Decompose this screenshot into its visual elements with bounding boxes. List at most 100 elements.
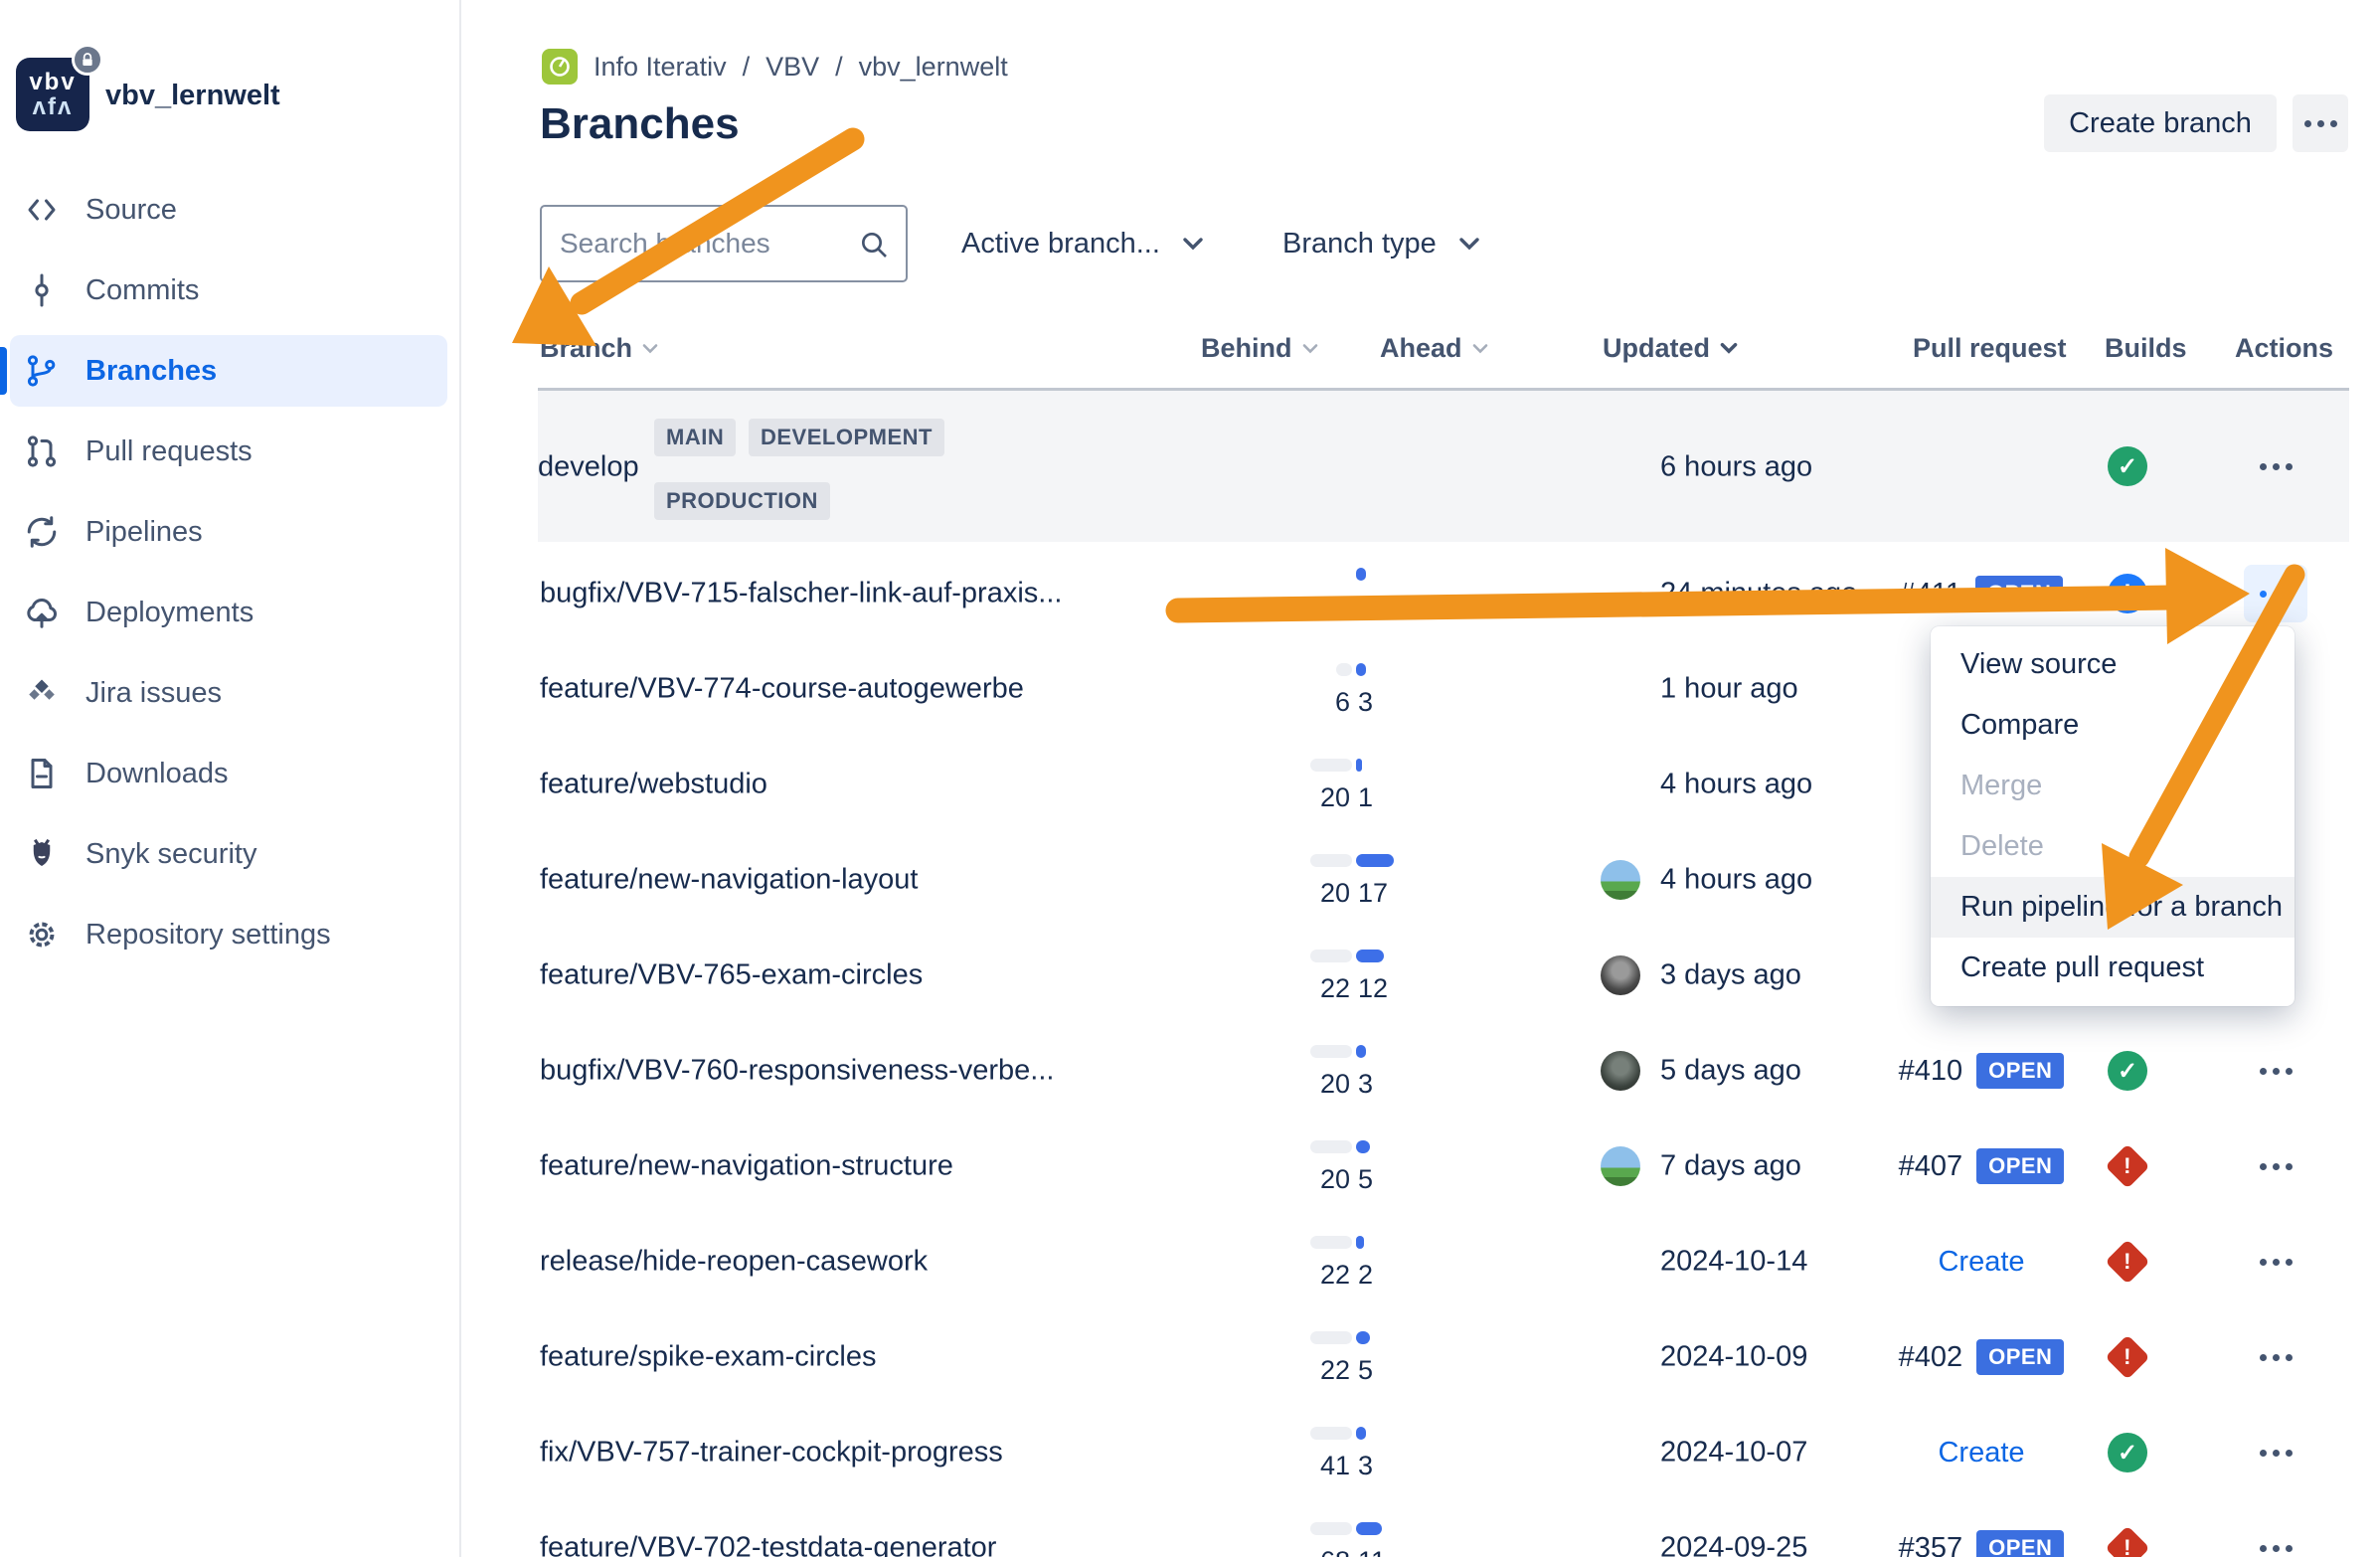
build-success-icon: ✓ xyxy=(2108,1433,2147,1472)
build-status[interactable]: ✓ xyxy=(2098,1405,2157,1500)
sidebar: vbv ʌfʌ vbv_lernwelt Source Commits Bran… xyxy=(0,0,461,1557)
breadcrumb-project[interactable]: Info Iterativ xyxy=(594,52,727,83)
column-header-label: Branch xyxy=(540,333,632,364)
updated-time: 2024-10-14 xyxy=(1660,1246,1807,1279)
row-actions-button[interactable] xyxy=(2244,1328,2307,1386)
header-more-button[interactable] xyxy=(2293,94,2348,152)
sidebar-item-label: Jira issues xyxy=(85,677,222,710)
table-row-develop[interactable]: develop MAIN DEVELOPMENT PRODUCTION 6 ho… xyxy=(538,388,2349,542)
ahead-bar xyxy=(1356,854,1394,867)
sidebar-item-repository-settings[interactable]: Repository settings xyxy=(0,895,461,974)
create-pull-request-link[interactable]: Create xyxy=(1938,1246,2024,1279)
sidebar-item-branches[interactable]: Branches xyxy=(0,331,461,411)
branch-name[interactable]: bugfix/VBV-715-falscher-link-auf-praxis.… xyxy=(540,578,1062,610)
build-status[interactable]: ! xyxy=(2098,1214,2157,1309)
branch-name[interactable]: feature/new-navigation-layout xyxy=(540,864,918,897)
ahead-bar xyxy=(1356,568,1366,581)
row-actions-button[interactable] xyxy=(2244,1137,2307,1195)
branch-name[interactable]: bugfix/VBV-760-responsiveness-verbe... xyxy=(540,1055,1054,1088)
pull-request-number[interactable]: #411 xyxy=(1900,578,1961,610)
ahead-bar xyxy=(1356,1427,1366,1440)
build-status[interactable]: ! xyxy=(2098,1119,2157,1214)
sort-chevron-icon xyxy=(1720,342,1738,354)
table-row[interactable]: feature/spike-exam-circles2252024-10-09#… xyxy=(540,1309,2349,1405)
row-actions-button[interactable] xyxy=(2244,1519,2307,1557)
sidebar-item-pipelines[interactable]: Pipelines xyxy=(0,492,461,572)
table-row[interactable]: feature/new-navigation-structure2057 day… xyxy=(540,1119,2349,1214)
column-header-updated[interactable]: Updated xyxy=(1603,328,1738,368)
sidebar-item-source[interactable]: Source xyxy=(0,170,461,250)
row-actions-button[interactable] xyxy=(2244,1042,2307,1100)
build-failed-icon: ! xyxy=(2105,1239,2149,1284)
build-status[interactable]: ! xyxy=(2098,1309,2157,1405)
pull-request-number[interactable]: #410 xyxy=(1899,1055,1963,1088)
behind-count: 6 xyxy=(1335,687,1350,718)
table-row[interactable]: fix/VBV-757-trainer-cockpit-progress4132… xyxy=(540,1405,2349,1500)
sidebar-item-deployments[interactable]: Deployments xyxy=(0,573,461,652)
chevron-down-icon xyxy=(1182,237,1204,251)
column-header-ahead[interactable]: Ahead xyxy=(1380,328,1488,368)
branch-name[interactable]: feature/webstudio xyxy=(540,769,767,801)
sidebar-item-label: Snyk security xyxy=(85,838,256,871)
branch-name[interactable]: develop xyxy=(538,451,639,484)
breadcrumb-repo[interactable]: vbv_lernwelt xyxy=(859,52,1008,83)
pull-request-number[interactable]: #357 xyxy=(1899,1532,1963,1557)
pull-request-number[interactable]: #407 xyxy=(1899,1150,1963,1183)
sidebar-item-jira-issues[interactable]: Jira issues xyxy=(0,653,461,733)
menu-item-view-source[interactable]: View source xyxy=(1931,634,2295,695)
build-status[interactable]: ! xyxy=(2098,1500,2157,1557)
pull-request-status-badge: OPEN xyxy=(1975,576,2063,611)
ahead-count: 3 xyxy=(1358,592,1373,622)
create-pull-request-link[interactable]: Create xyxy=(1938,1437,2024,1470)
branch-name[interactable]: feature/new-navigation-structure xyxy=(540,1150,953,1183)
branch-name[interactable]: feature/VBV-702-testdata-generator xyxy=(540,1532,996,1557)
ahead-count: 3 xyxy=(1358,1069,1373,1100)
repo-logo-line2: ʌfʌ xyxy=(33,94,74,119)
branch-name[interactable]: release/hide-reopen-casework xyxy=(540,1246,928,1279)
active-branches-filter[interactable]: Active branch... xyxy=(961,205,1204,282)
column-header-builds: Builds xyxy=(2105,328,2187,368)
branch-name[interactable]: fix/VBV-757-trainer-cockpit-progress xyxy=(540,1437,1003,1470)
menu-item-compare[interactable]: Compare xyxy=(1931,695,2295,756)
behind-bar xyxy=(1310,1331,1352,1344)
sidebar-item-label: Branches xyxy=(85,355,217,388)
row-actions-button[interactable] xyxy=(2244,1424,2307,1481)
row-actions xyxy=(2242,1214,2309,1309)
search-input[interactable] xyxy=(560,207,848,280)
source-icon xyxy=(22,190,62,230)
sidebar-item-snyk-security[interactable]: Snyk security xyxy=(0,814,461,894)
breadcrumb: Info Iterativ / VBV / vbv_lernwelt xyxy=(542,48,1008,86)
branch-name[interactable]: feature/spike-exam-circles xyxy=(540,1341,876,1374)
branch-type-filter[interactable]: Branch type xyxy=(1282,205,1480,282)
menu-item-create-pull-request[interactable]: Create pull request xyxy=(1931,938,2295,998)
snyk-security-icon xyxy=(22,834,62,874)
pull-request-status-badge: OPEN xyxy=(1976,1530,2064,1557)
sidebar-item-commits[interactable]: Commits xyxy=(0,251,461,330)
column-header-branch[interactable]: Branch xyxy=(540,328,658,368)
build-status[interactable]: ✓ xyxy=(2098,391,2157,542)
ellipsis-icon xyxy=(2260,1450,2293,1457)
pull-request-number[interactable]: #402 xyxy=(1899,1341,1963,1374)
row-actions-button[interactable] xyxy=(2244,437,2307,495)
menu-item-run-pipeline-for-a-branch[interactable]: Run pipeline for a branch xyxy=(1931,877,2295,938)
column-header-behind[interactable]: Behind xyxy=(1201,328,1318,368)
table-row[interactable]: feature/VBV-702-testdata-generator681120… xyxy=(540,1500,2349,1557)
table-row[interactable]: bugfix/VBV-760-responsiveness-verbe...20… xyxy=(540,1023,2349,1119)
branch-name[interactable]: feature/VBV-774-course-autogewerbe xyxy=(540,673,1024,706)
column-header-label: Pull request xyxy=(1913,333,2067,364)
column-header-label: Actions xyxy=(2235,333,2333,364)
row-actions-button[interactable] xyxy=(2244,1233,2307,1291)
build-status[interactable]: ✓ xyxy=(2098,1023,2157,1119)
sidebar-item-label: Pull requests xyxy=(85,435,253,468)
breadcrumb-workspace[interactable]: VBV xyxy=(765,52,819,83)
downloads-icon xyxy=(22,754,62,793)
row-actions-button[interactable] xyxy=(2244,565,2307,622)
branch-name[interactable]: feature/VBV-765-exam-circles xyxy=(540,959,923,992)
sidebar-item-pull-requests[interactable]: Pull requests xyxy=(0,412,461,491)
behind-bar xyxy=(1310,1522,1352,1535)
create-branch-button[interactable]: Create branch xyxy=(2044,94,2277,152)
repository-settings-icon xyxy=(22,915,62,954)
table-row[interactable]: release/hide-reopen-casework2222024-10-1… xyxy=(540,1214,2349,1309)
menu-item-merge: Merge xyxy=(1931,756,2295,816)
sidebar-item-downloads[interactable]: Downloads xyxy=(0,734,461,813)
